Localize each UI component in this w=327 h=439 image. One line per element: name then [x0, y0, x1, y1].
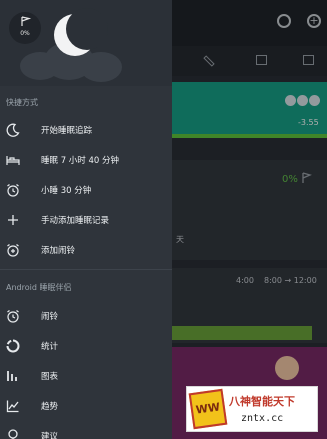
scrim[interactable]	[172, 0, 327, 439]
add-alarm-icon	[7, 244, 19, 257]
badge-percent: 0%	[20, 30, 30, 37]
shortcut-label: 添加闹铃	[41, 246, 76, 256]
watermark-logo: WW	[188, 388, 228, 430]
shortcut-add-alarm[interactable]: 添加闹铃	[0, 236, 172, 264]
shortcut-label: 睡眠 7 小时 40 分钟	[41, 156, 120, 166]
bulb-icon	[8, 429, 18, 439]
nav-label: 趋势	[41, 402, 59, 412]
bed-icon	[6, 156, 20, 165]
shortcuts-title: 快捷方式	[6, 98, 38, 107]
shortcut-sleep-duration[interactable]: 睡眠 7 小时 40 分钟	[0, 146, 172, 174]
bar-chart-icon	[7, 371, 17, 381]
navigation-drawer: 0% 快捷方式 开始睡眠追踪 睡眠 7 小时 40 分钟 小睡 30 分钟 手动…	[0, 0, 172, 439]
watermark-logo-text: WW	[195, 400, 221, 417]
watermark: WW 八神智能天下 zntx.cc	[186, 386, 318, 432]
watermark-title: 八神智能天下	[229, 395, 295, 408]
moon-shadow	[66, 8, 108, 50]
stats-ring-icon	[6, 339, 20, 353]
shortcut-nap[interactable]: 小睡 30 分钟	[0, 176, 172, 204]
nav-label: 图表	[41, 372, 59, 382]
nav-stats[interactable]: 统计	[0, 332, 172, 360]
shortcut-label: 手动添加睡眠记录	[41, 216, 110, 226]
cloud-part-2	[80, 52, 122, 82]
flag-icon	[21, 16, 32, 26]
nav-graphs[interactable]: 图表	[0, 362, 172, 390]
moon-icon	[6, 123, 20, 137]
nav-label: 闹铃	[41, 312, 59, 322]
shortcut-label: 小睡 30 分钟	[41, 186, 92, 196]
section-divider	[0, 269, 172, 270]
alarm-icon	[7, 310, 19, 323]
companion-title: Android 睡眠伴侣	[6, 283, 72, 292]
shortcut-start-tracking[interactable]: 开始睡眠追踪	[0, 116, 172, 144]
shortcut-label: 开始睡眠追踪	[41, 126, 93, 136]
shortcut-manual-add[interactable]: 手动添加睡眠记录	[0, 206, 172, 234]
alarm-clock-icon	[7, 184, 19, 197]
nav-trends[interactable]: 趋势	[0, 392, 172, 420]
nav-alarm[interactable]: 闹铃	[0, 302, 172, 330]
nav-label: 统计	[41, 342, 59, 352]
nav-advice[interactable]: 建议	[0, 422, 172, 439]
watermark-url: zntx.cc	[241, 413, 284, 424]
trend-icon	[6, 400, 19, 413]
nav-label: 建议	[41, 432, 59, 439]
plus-icon	[8, 215, 18, 225]
